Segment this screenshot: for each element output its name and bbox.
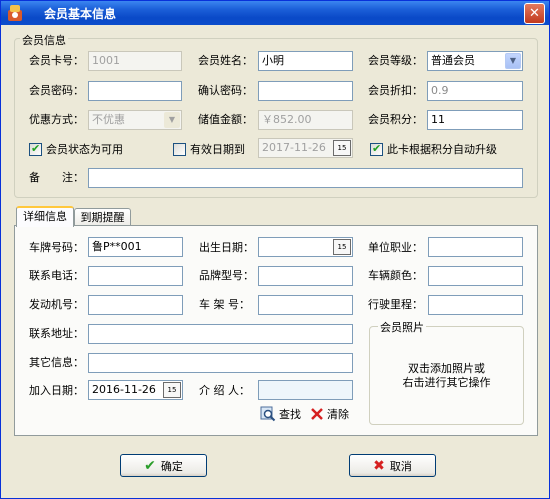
phone-input[interactable] bbox=[88, 266, 183, 286]
phone-label: 联系电话： bbox=[29, 269, 84, 282]
occupation-label: 单位职业： bbox=[368, 241, 423, 254]
referrer-input[interactable] bbox=[258, 380, 353, 400]
benefit-label: 优惠方式： bbox=[29, 113, 84, 126]
expiry-checkbox[interactable]: 有效日期到 bbox=[173, 141, 245, 157]
photo-hint: 双击添加照片或 右击进行其它操作 bbox=[370, 362, 523, 390]
discount-label: 会员折扣： bbox=[368, 84, 423, 97]
clear-button[interactable]: 清除 bbox=[310, 406, 349, 422]
referrer-label: 介 绍 人： bbox=[199, 384, 250, 397]
level-label: 会员等级： bbox=[368, 54, 423, 67]
expiry-date-value: 2017-11-26 bbox=[262, 141, 326, 154]
search-label: 查找 bbox=[279, 408, 301, 421]
join-date-input[interactable]: 2016-11-26 15 bbox=[88, 380, 183, 400]
frame-input[interactable] bbox=[258, 295, 353, 315]
search-button[interactable]: 查找 bbox=[260, 406, 301, 422]
level-value: 普通会员 bbox=[431, 54, 475, 67]
name-input[interactable]: 小明 bbox=[258, 51, 353, 71]
cancel-label: 取消 bbox=[389, 459, 412, 473]
photo-hint-line1: 双击添加照片或 bbox=[408, 362, 485, 375]
status-checkbox[interactable]: 会员状态为可用 bbox=[29, 141, 123, 157]
member-info-window: 会员基本信息 ✕ 会员信息 会员卡号： 1001 会员姓名： 小明 会员等级： … bbox=[0, 0, 550, 499]
close-icon: ✕ bbox=[529, 6, 540, 21]
card-no-label: 会员卡号： bbox=[29, 54, 84, 67]
expiry-date-input[interactable]: 2017-11-26 15 bbox=[258, 138, 353, 158]
ok-button[interactable]: ✔ 确定 bbox=[120, 454, 207, 477]
name-label: 会员姓名： bbox=[198, 54, 253, 67]
calendar-icon[interactable]: 15 bbox=[163, 382, 181, 398]
plate-input[interactable]: 鲁P**001 bbox=[88, 237, 183, 257]
mileage-label: 行驶里程： bbox=[368, 298, 423, 311]
dropdown-arrow-icon[interactable]: ▼ bbox=[164, 112, 180, 128]
clear-label: 清除 bbox=[327, 408, 349, 421]
auto-upgrade-label: 此卡根据积分自动升级 bbox=[387, 143, 497, 156]
checkmark-icon bbox=[370, 142, 383, 156]
level-select[interactable]: 普通会员 ▼ bbox=[427, 51, 523, 71]
remark-label: 备 注： bbox=[29, 171, 84, 184]
checkmark-icon: ✔ bbox=[144, 457, 156, 474]
points-label: 会员积分： bbox=[368, 113, 423, 126]
points-input[interactable]: 11 bbox=[427, 110, 523, 130]
frame-label: 车 架 号： bbox=[199, 298, 250, 311]
join-date-value: 2016-11-26 bbox=[92, 383, 156, 396]
window-title: 会员基本信息 bbox=[44, 7, 117, 21]
close-icon: ✖ bbox=[373, 457, 385, 474]
benefit-select[interactable]: 不优惠 ▼ bbox=[88, 110, 182, 130]
balance-input[interactable]: ￥852.00 bbox=[258, 110, 353, 130]
birthday-input[interactable]: 15 bbox=[258, 237, 353, 257]
benefit-value: 不优惠 bbox=[92, 113, 125, 126]
status-check-label: 会员状态为可用 bbox=[46, 143, 123, 156]
occupation-input[interactable] bbox=[428, 237, 523, 257]
app-icon bbox=[8, 5, 22, 21]
member-info-legend: 会员信息 bbox=[20, 32, 68, 48]
remark-input[interactable] bbox=[88, 168, 523, 188]
details-panel: 车牌号码： 鲁P**001 出生日期： 15 单位职业： 联系电话： 品牌型号：… bbox=[14, 225, 538, 436]
checkmark-icon bbox=[29, 142, 42, 156]
birthday-label: 出生日期： bbox=[199, 241, 254, 254]
card-no-input[interactable]: 1001 bbox=[88, 51, 182, 71]
model-label: 品牌型号： bbox=[199, 269, 254, 282]
checkbox-empty bbox=[173, 142, 186, 156]
title-bar[interactable]: 会员基本信息 ✕ bbox=[1, 1, 549, 25]
member-photo-area[interactable]: 会员照片 双击添加照片或 右击进行其它操作 bbox=[369, 319, 524, 425]
confirm-password-input[interactable] bbox=[258, 81, 353, 101]
model-input[interactable] bbox=[258, 266, 353, 286]
engine-label: 发动机号： bbox=[29, 298, 84, 311]
other-input[interactable] bbox=[88, 353, 353, 373]
search-icon bbox=[260, 406, 276, 422]
address-input[interactable] bbox=[88, 324, 353, 344]
auto-upgrade-checkbox[interactable]: 此卡根据积分自动升级 bbox=[370, 141, 497, 157]
plate-label: 车牌号码： bbox=[29, 241, 84, 254]
balance-label: 储值金额： bbox=[198, 113, 253, 126]
cancel-button[interactable]: ✖ 取消 bbox=[349, 454, 436, 477]
address-label: 联系地址： bbox=[29, 327, 84, 340]
other-label: 其它信息： bbox=[29, 356, 84, 369]
calendar-icon[interactable]: 15 bbox=[333, 140, 351, 156]
clear-x-icon bbox=[311, 408, 323, 420]
photo-hint-line2: 右击进行其它操作 bbox=[402, 376, 491, 389]
engine-input[interactable] bbox=[88, 295, 183, 315]
password-input[interactable] bbox=[88, 81, 182, 101]
calendar-icon[interactable]: 15 bbox=[333, 239, 351, 255]
color-input[interactable] bbox=[428, 266, 523, 286]
confirm-password-label: 确认密码： bbox=[198, 84, 253, 97]
tab-details[interactable]: 详细信息 bbox=[16, 206, 74, 227]
password-label: 会员密码： bbox=[29, 84, 84, 97]
close-button[interactable]: ✕ bbox=[524, 3, 545, 24]
join-date-label: 加入日期： bbox=[29, 384, 84, 397]
mileage-input[interactable] bbox=[428, 295, 523, 315]
color-label: 车辆颜色： bbox=[368, 269, 423, 282]
tab-details-label: 详细信息 bbox=[23, 210, 67, 223]
ok-label: 确定 bbox=[160, 459, 183, 473]
photo-legend: 会员照片 bbox=[378, 319, 426, 335]
expiry-check-label: 有效日期到 bbox=[190, 143, 245, 156]
dropdown-arrow-icon[interactable]: ▼ bbox=[505, 53, 521, 69]
discount-input[interactable]: 0.9 bbox=[427, 81, 523, 101]
tab-expiry-label: 到期提醒 bbox=[80, 211, 125, 224]
